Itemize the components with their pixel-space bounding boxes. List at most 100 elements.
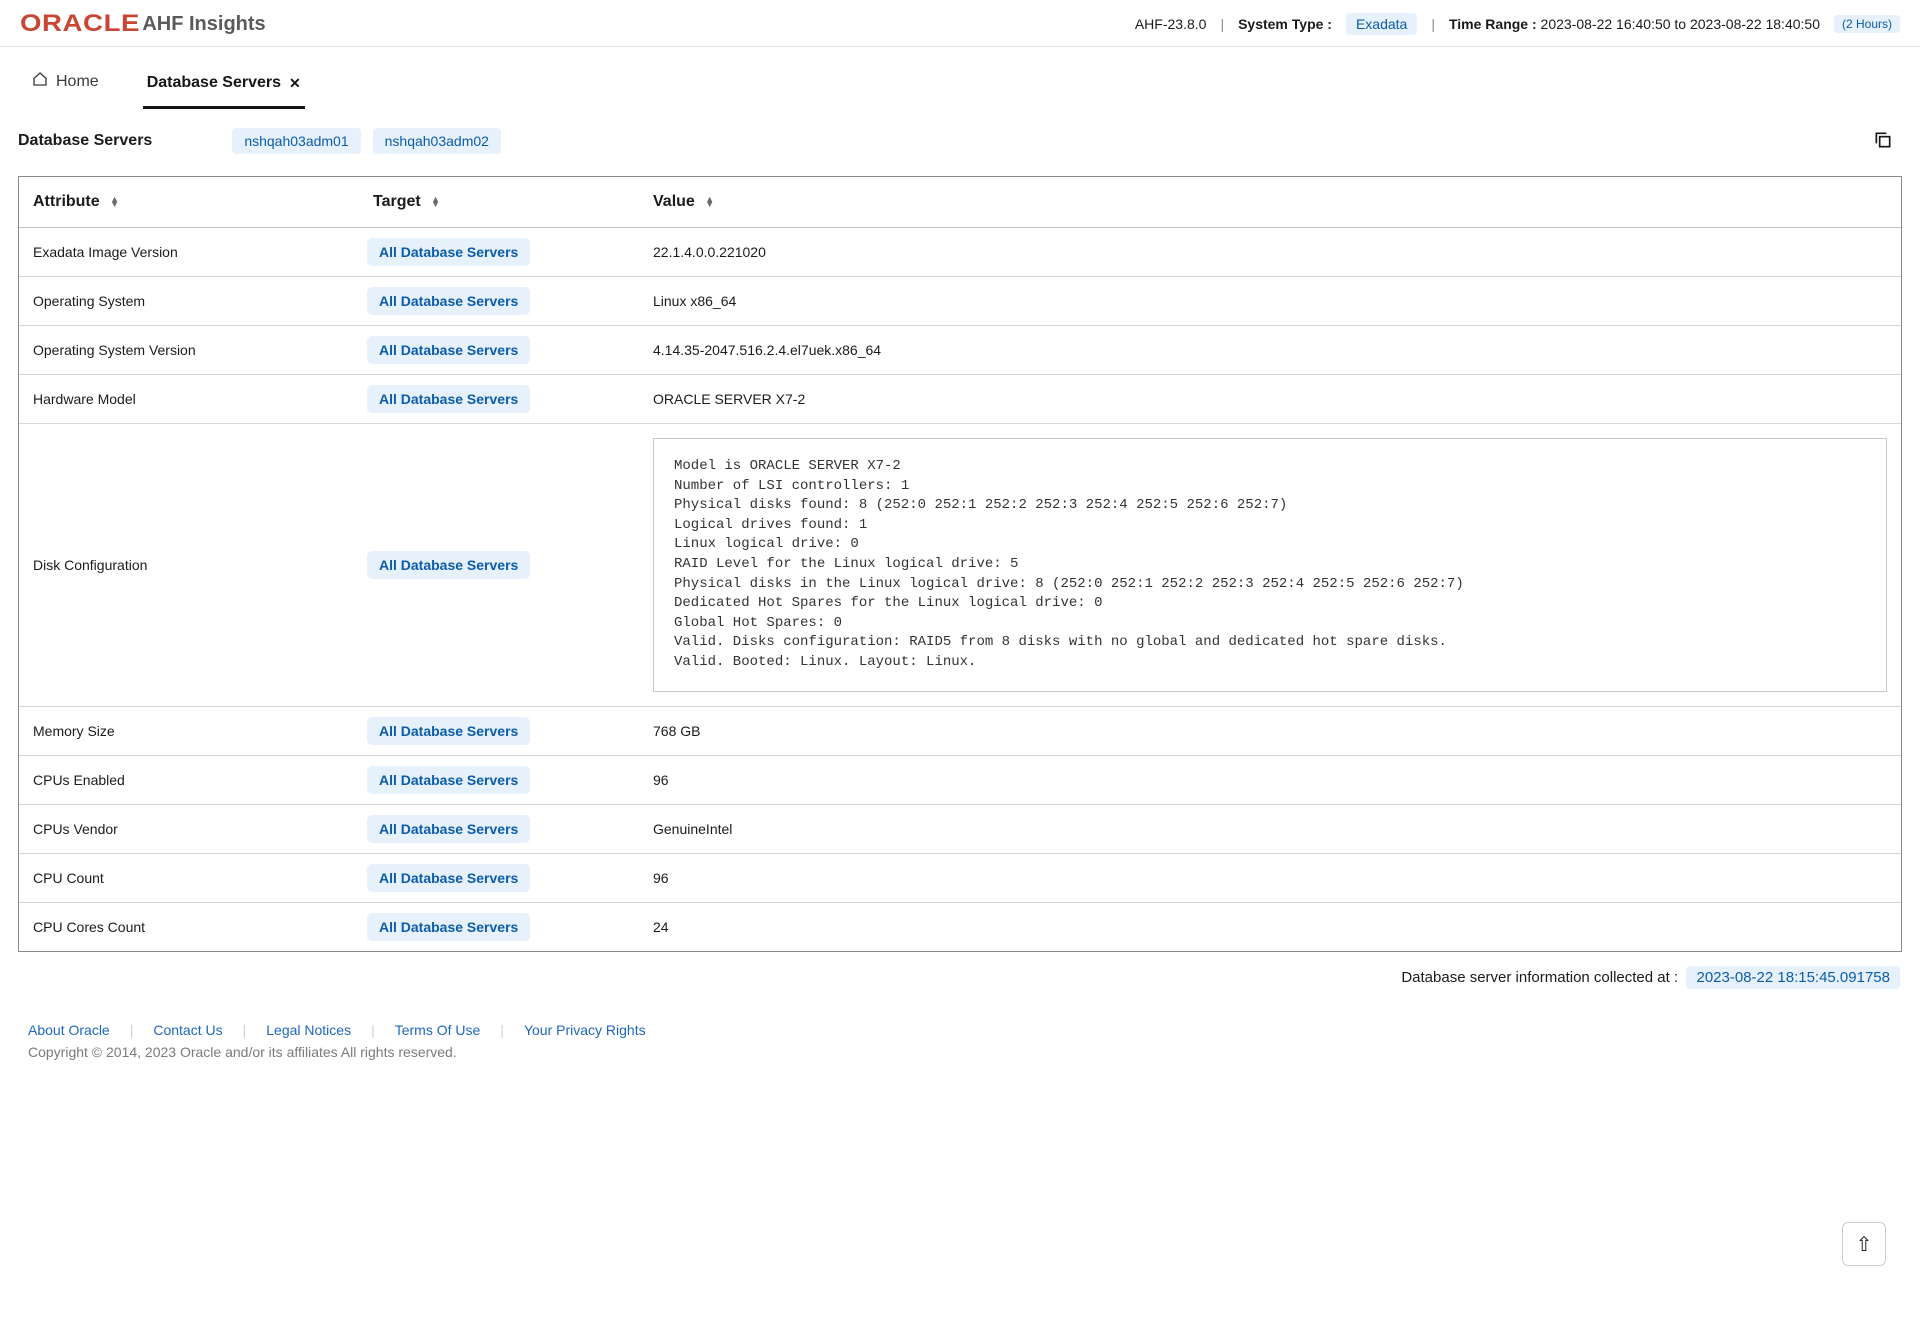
collected-at: Database server information collected at… [0, 960, 1920, 1005]
table-row: Disk Configuration All Database Servers Mo… [19, 424, 1901, 707]
value-cell: 24 [639, 905, 1901, 949]
close-icon[interactable]: ✕ [289, 75, 301, 92]
scroll-to-top-button[interactable]: ⇧ [1842, 1222, 1886, 1266]
product-name: AHF Insights [142, 13, 265, 36]
footer-link-privacy[interactable]: Your Privacy Rights [524, 1022, 646, 1038]
table-row: CPU Count All Database Servers 96 [19, 854, 1901, 903]
target-pill[interactable]: All Database Servers [367, 913, 530, 941]
target-pill[interactable]: All Database Servers [367, 385, 530, 413]
target-pill[interactable]: All Database Servers [367, 551, 530, 579]
sort-icon: ▲▼ [705, 197, 714, 207]
tab-database-servers-label: Database Servers [147, 74, 281, 92]
server-chips: nshqah03adm01 nshqah03adm02 [232, 128, 501, 154]
collected-at-value: 2023-08-22 18:15:45.091758 [1686, 966, 1900, 989]
value-cell: Model is ORACLE SERVER X7-2 Number of LS… [639, 424, 1901, 706]
target-cell: All Database Servers [359, 228, 639, 276]
value-preformatted: Model is ORACLE SERVER X7-2 Number of LS… [653, 438, 1887, 692]
attribute-cell: Operating System [19, 279, 359, 323]
copy-icon [1873, 130, 1893, 153]
copy-button[interactable] [1872, 130, 1894, 152]
time-range-value: 2023-08-22 16:40:50 to 2023-08-22 18:40:… [1541, 16, 1820, 32]
sort-icon: ▲▼ [431, 197, 440, 207]
value-cell: 22.1.4.0.0.221020 [639, 230, 1901, 274]
value-cell: GenuineIntel [639, 807, 1901, 851]
footer-link-about[interactable]: About Oracle [28, 1022, 110, 1038]
table-row: CPU Cores Count All Database Servers 24 [19, 903, 1901, 951]
tab-home[interactable]: Home [28, 57, 103, 109]
attribute-cell: CPU Count [19, 856, 359, 900]
target-pill[interactable]: All Database Servers [367, 815, 530, 843]
target-cell: All Database Servers [359, 541, 639, 589]
value-cell: 96 [639, 758, 1901, 802]
ahf-version: AHF-23.8.0 [1135, 16, 1207, 32]
table-row: Hardware Model All Database Servers ORACLE… [19, 375, 1901, 424]
section-head: Database Servers nshqah03adm01 nshqah03a… [0, 110, 1920, 164]
tab-home-label: Home [56, 73, 99, 91]
footer-link-contact[interactable]: Contact Us [153, 1022, 222, 1038]
target-cell: All Database Servers [359, 277, 639, 325]
table-row: Memory Size All Database Servers 768 GB [19, 707, 1901, 756]
value-cell: 768 GB [639, 709, 1901, 753]
table-header-row: Attribute ▲▼ Target ▲▼ Value ▲▼ [19, 177, 1901, 228]
topbar: ORACLE AHF Insights AHF-23.8.0 | System … [0, 0, 1920, 47]
target-pill[interactable]: All Database Servers [367, 766, 530, 794]
copyright: Copyright © 2014, 2023 Oracle and/or its… [28, 1044, 1896, 1060]
target-cell: All Database Servers [359, 805, 639, 853]
target-cell: All Database Servers [359, 903, 639, 951]
brand-logo: ORACLE [20, 10, 140, 38]
col-value[interactable]: Value ▲▼ [639, 177, 1901, 227]
col-target[interactable]: Target ▲▼ [359, 177, 639, 227]
page-title: Database Servers [18, 132, 152, 150]
attribute-cell: CPUs Enabled [19, 758, 359, 802]
target-pill[interactable]: All Database Servers [367, 287, 530, 315]
value-cell: 96 [639, 856, 1901, 900]
target-cell: All Database Servers [359, 326, 639, 374]
time-range-duration[interactable]: (2 Hours) [1834, 15, 1900, 33]
attribute-cell: CPU Cores Count [19, 905, 359, 949]
collected-at-label: Database server information collected at… [1401, 969, 1678, 986]
footer-link-legal[interactable]: Legal Notices [266, 1022, 351, 1038]
attribute-cell: CPUs Vendor [19, 807, 359, 851]
attribute-cell: Disk Configuration [19, 543, 359, 587]
home-icon [32, 71, 48, 92]
time-range-label: Time Range : [1449, 16, 1537, 32]
server-chip[interactable]: nshqah03adm02 [373, 128, 501, 154]
target-pill[interactable]: All Database Servers [367, 238, 530, 266]
attributes-table: Attribute ▲▼ Target ▲▼ Value ▲▼ Exadata … [18, 176, 1902, 952]
target-pill[interactable]: All Database Servers [367, 717, 530, 745]
table-row: CPUs Vendor All Database Servers GenuineIn… [19, 805, 1901, 854]
target-pill[interactable]: All Database Servers [367, 864, 530, 892]
footer-link-terms[interactable]: Terms Of Use [395, 1022, 481, 1038]
value-cell: ORACLE SERVER X7-2 [639, 377, 1901, 421]
col-target-label: Target [373, 193, 421, 210]
table-row: Exadata Image Version All Database Server… [19, 228, 1901, 277]
sort-icon: ▲▼ [110, 197, 119, 207]
attribute-cell: Operating System Version [19, 328, 359, 372]
system-type-value[interactable]: Exadata [1346, 13, 1417, 35]
server-chip[interactable]: nshqah03adm01 [232, 128, 360, 154]
target-cell: All Database Servers [359, 375, 639, 423]
table-row: CPUs Enabled All Database Servers 96 [19, 756, 1901, 805]
attribute-cell: Hardware Model [19, 377, 359, 421]
footer-links: About Oracle| Contact Us| Legal Notices|… [28, 1022, 1896, 1038]
value-cell: 4.14.35-2047.516.2.4.el7uek.x86_64 [639, 328, 1901, 372]
target-cell: All Database Servers [359, 756, 639, 804]
table-row: Operating System Version All Database Ser… [19, 326, 1901, 375]
target-cell: All Database Servers [359, 707, 639, 755]
target-pill[interactable]: All Database Servers [367, 336, 530, 364]
table-row: Operating System All Database Servers Linu… [19, 277, 1901, 326]
attribute-cell: Exadata Image Version [19, 230, 359, 274]
attribute-cell: Memory Size [19, 709, 359, 753]
col-attribute[interactable]: Attribute ▲▼ [19, 177, 359, 227]
topbar-right: AHF-23.8.0 | System Type : Exadata | Tim… [1135, 13, 1900, 35]
target-cell: All Database Servers [359, 854, 639, 902]
arrow-up-icon: ⇧ [1856, 1232, 1873, 1257]
col-attribute-label: Attribute [33, 193, 100, 210]
system-type-label: System Type : [1238, 16, 1332, 32]
value-cell: Linux x86_64 [639, 279, 1901, 323]
footer: About Oracle| Contact Us| Legal Notices|… [0, 1005, 1920, 1084]
divider: | [1431, 16, 1435, 32]
tab-database-servers[interactable]: Database Servers ✕ [143, 60, 305, 109]
tabs: Home Database Servers ✕ [0, 47, 1920, 110]
divider: | [1220, 16, 1224, 32]
